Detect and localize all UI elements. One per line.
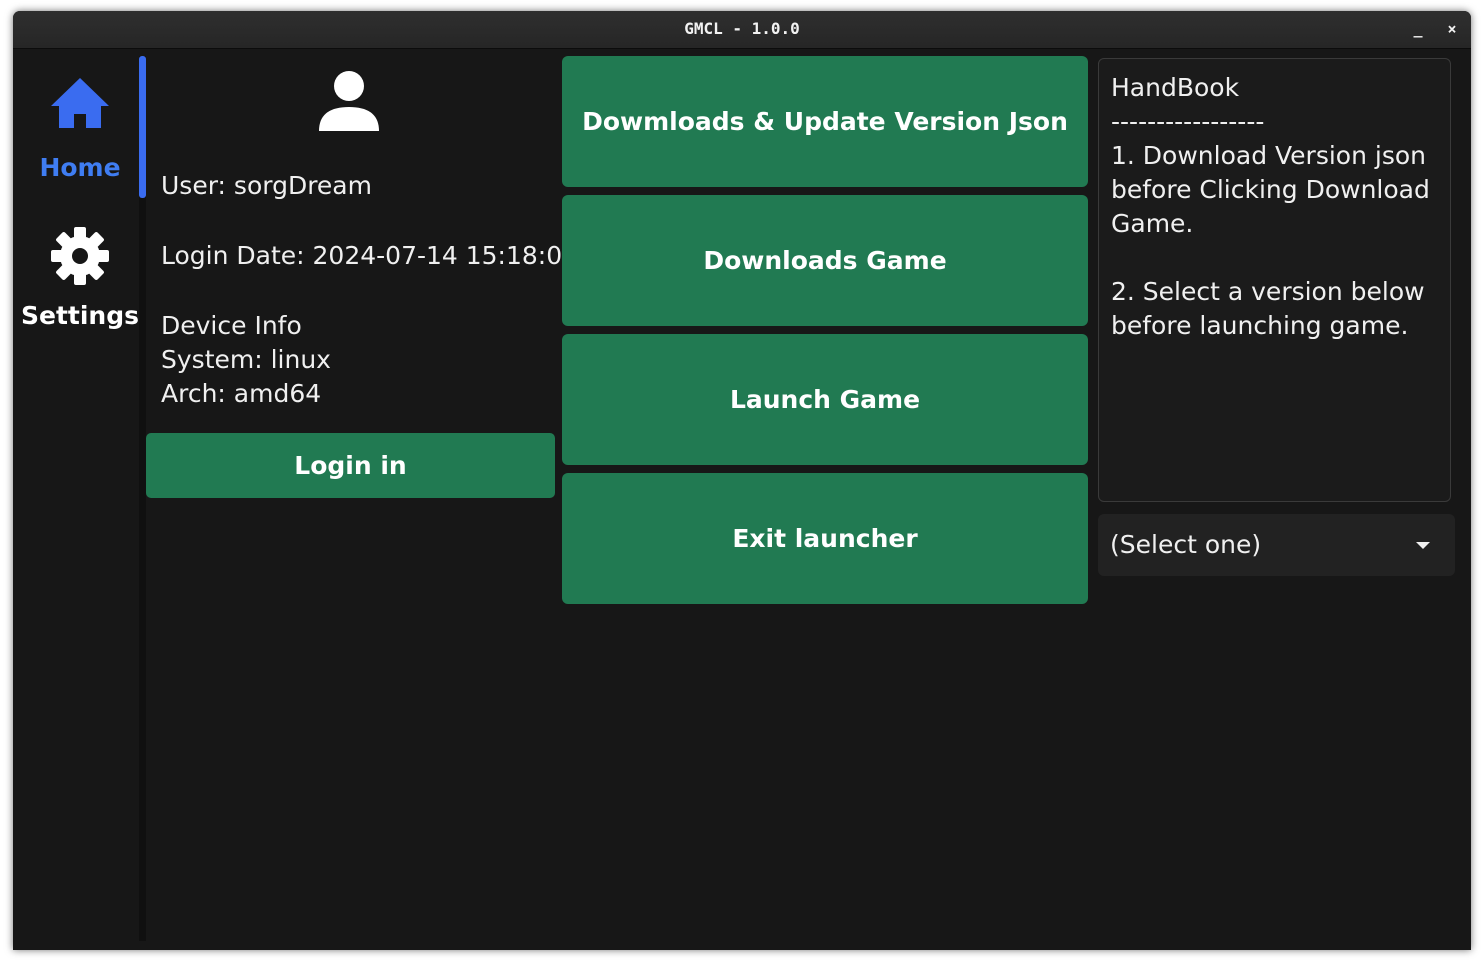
- launcher-window: GMCL - 1.0.0 _ × Home Settings User: sor…: [13, 11, 1471, 950]
- nav-item-settings[interactable]: Settings: [13, 221, 147, 341]
- user-icon: [319, 71, 379, 131]
- version-select[interactable]: (Select one): [1098, 514, 1455, 576]
- handbook-step-2: 2. Select a version below before launchi…: [1111, 277, 1433, 340]
- version-select-value: (Select one): [1110, 530, 1262, 559]
- handbook-panel: HandBook ----------------- 1. Download V…: [1098, 58, 1451, 502]
- handbook-step-1: 1. Download Version json before Clicking…: [1111, 141, 1438, 238]
- chevron-down-icon: [1416, 542, 1430, 549]
- exit-launcher-button[interactable]: Exit launcher: [562, 473, 1088, 604]
- minimize-button[interactable]: _: [1408, 11, 1428, 48]
- download-update-version-json-button[interactable]: Dowmloads & Update Version Json: [562, 56, 1088, 187]
- window-title: GMCL - 1.0.0: [684, 19, 800, 38]
- handbook-title: HandBook: [1111, 73, 1240, 102]
- handbook-separator: -----------------: [1111, 107, 1265, 136]
- gear-icon: [51, 227, 109, 285]
- nav-active-indicator: [139, 56, 146, 198]
- close-button[interactable]: ×: [1442, 11, 1462, 48]
- handbook-spacer: [1111, 241, 1438, 275]
- nav-item-home[interactable]: Home: [13, 56, 147, 196]
- user-name-text: User: sorgDream: [161, 171, 372, 200]
- system-text: System: linux: [161, 345, 331, 374]
- arch-text: Arch: amd64: [161, 379, 322, 408]
- title-bar[interactable]: GMCL - 1.0.0 _ ×: [13, 11, 1471, 49]
- login-date-text: Login Date: 2024-07-14 15:18:01: [161, 241, 579, 270]
- home-icon: [51, 78, 109, 128]
- device-info-title: Device Info: [161, 311, 302, 340]
- login-button[interactable]: Login in: [146, 433, 555, 498]
- launch-game-button[interactable]: Launch Game: [562, 334, 1088, 465]
- download-game-button[interactable]: Downloads Game: [562, 195, 1088, 326]
- nav-label-home: Home: [39, 153, 121, 182]
- nav-label-settings: Settings: [20, 301, 139, 330]
